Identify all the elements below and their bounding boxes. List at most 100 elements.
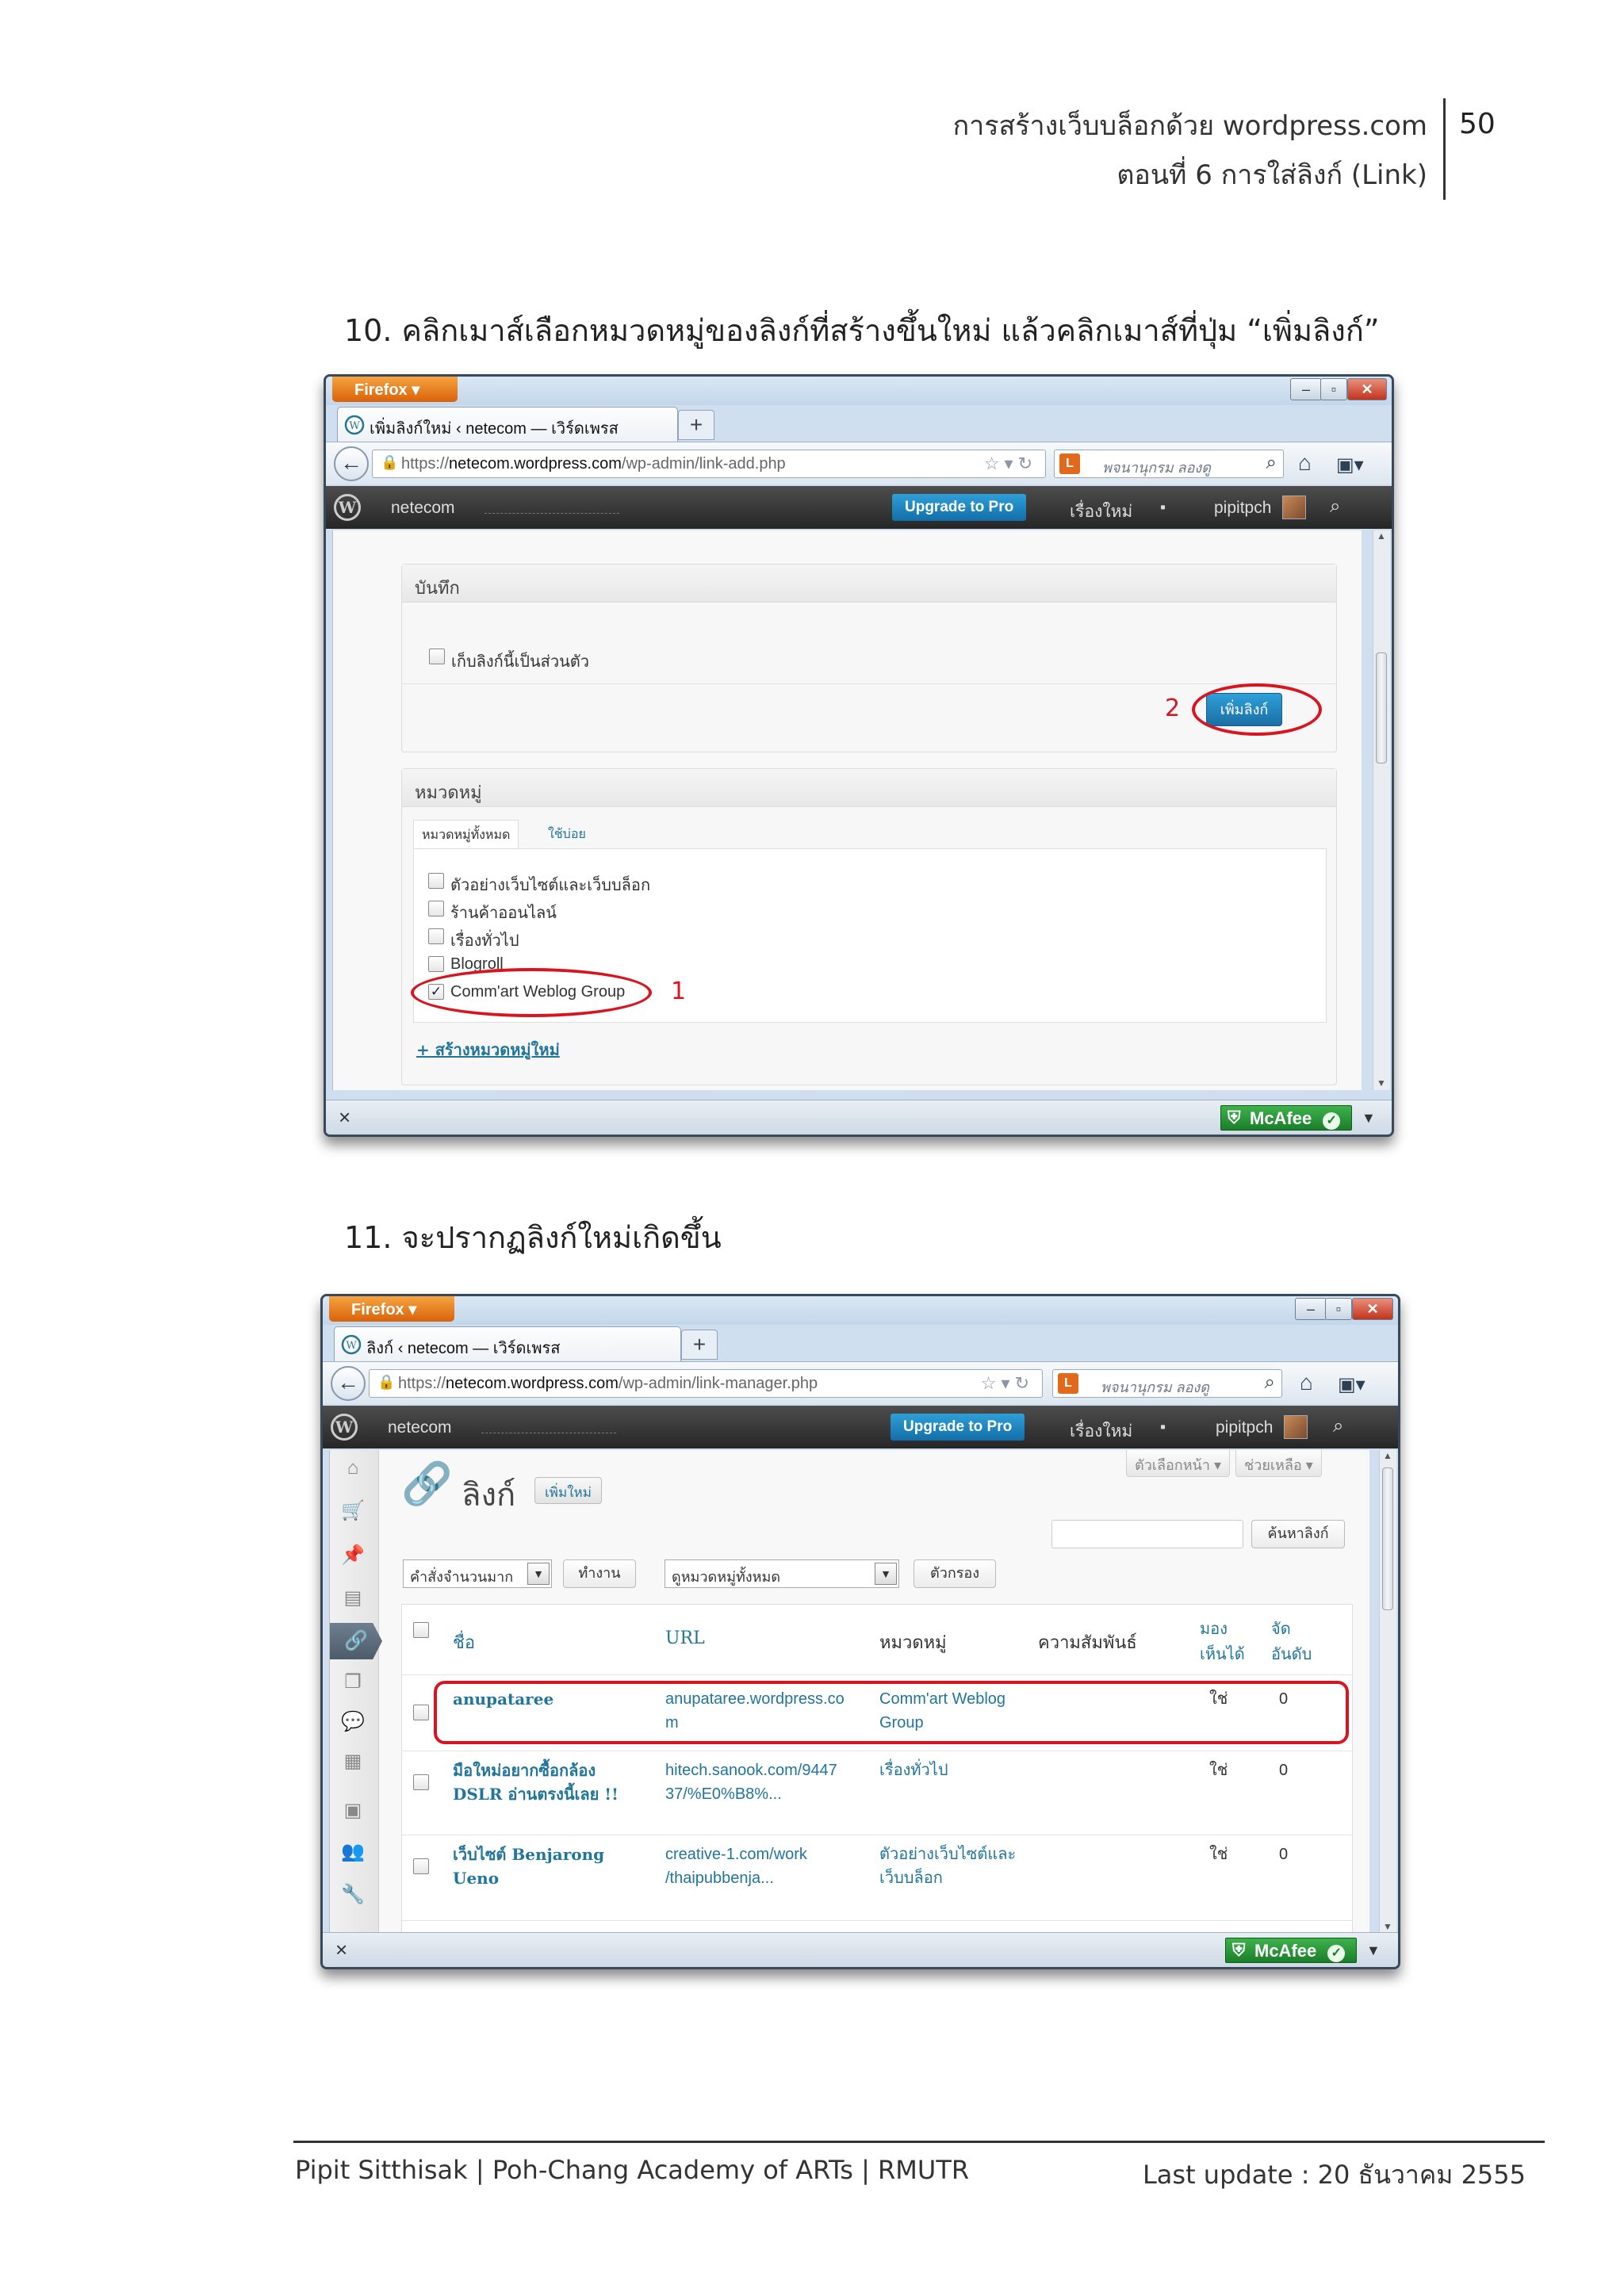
- back-arrow-icon[interactable]: ←: [331, 1366, 366, 1401]
- column-name-header[interactable]: ชื่อ: [453, 1628, 475, 1656]
- mcafee-dropdown-icon[interactable]: ▼: [1366, 1942, 1381, 1959]
- apply-button[interactable]: ทำงาน: [563, 1559, 636, 1588]
- tab-all-categories[interactable]: หมวดหมู่ทั้งหมด: [413, 820, 519, 850]
- bookmark-star-reload-icon[interactable]: ☆▾↻: [984, 453, 1037, 474]
- feedback-icon[interactable]: ▦: [339, 1748, 366, 1775]
- scroll-down-arrow-icon[interactable]: ▼: [1377, 1077, 1386, 1089]
- home-icon[interactable]: ⌂: [1300, 1370, 1313, 1395]
- link-url[interactable]: creative-1.com/work/thaipubbenja...: [665, 1843, 807, 1890]
- tab-most-used[interactable]: ใช้บ่อย: [540, 820, 594, 849]
- category-checkbox[interactable]: [428, 901, 444, 916]
- vertical-scrollbar[interactable]: ▲ ▼: [1373, 530, 1390, 1090]
- magnifier-icon[interactable]: ⌕: [1265, 1372, 1275, 1394]
- maximize-button[interactable]: ▫: [1320, 378, 1347, 400]
- link-category[interactable]: เรื่องทั่วไป: [879, 1758, 948, 1782]
- row-checkbox[interactable]: [413, 1774, 429, 1790]
- bookmarks-menu-icon[interactable]: ▣▾: [1336, 453, 1364, 476]
- link-url[interactable]: hitech.sanook.com/9447 37/%E0%B8%...: [665, 1758, 837, 1806]
- close-addon-bar-icon[interactable]: ×: [335, 1938, 347, 1962]
- add-new-category-link[interactable]: + สร้างหมวดหมู่ใหม่: [416, 1037, 560, 1062]
- category-filter-select[interactable]: ดูหมวดหมู่ทั้งหมด ▼: [665, 1559, 899, 1588]
- row-checkbox[interactable]: [413, 1858, 429, 1874]
- add-new-link-button[interactable]: เพิ่มใหม่: [534, 1477, 602, 1504]
- wordpress-logo-icon[interactable]: W: [334, 494, 361, 521]
- new-post-link[interactable]: เรื่องใหม่: [1070, 1418, 1132, 1445]
- dashboard-icon[interactable]: ⌂: [339, 1455, 366, 1482]
- avatar[interactable]: [1282, 496, 1306, 519]
- pages-icon[interactable]: ❐: [339, 1669, 366, 1696]
- firefox-menu-button[interactable]: Firefox ▾: [332, 377, 458, 402]
- minimize-button[interactable]: –: [1295, 1298, 1327, 1320]
- link-category[interactable]: ตัวอย่างเว็บไซต์และ เว็บบล็อก: [879, 1843, 1016, 1890]
- category-checkbox[interactable]: [428, 873, 444, 889]
- admin-bar-site-name[interactable]: netecom: [388, 1418, 452, 1437]
- back-arrow-icon[interactable]: ←: [334, 446, 369, 481]
- select-all-checkbox[interactable]: [413, 1622, 429, 1638]
- help-button[interactable]: ช่วยเหลือ ▾: [1235, 1450, 1322, 1477]
- new-tab-button[interactable]: +: [678, 410, 714, 440]
- header-title-line1: การสร้างเว็บบล็อกด้วย wordpress.com: [952, 110, 1427, 142]
- upgrade-to-pro-button[interactable]: Upgrade to Pro: [891, 1414, 1025, 1441]
- notifications-icon[interactable]: ▪: [1160, 1418, 1166, 1437]
- scroll-down-arrow-icon[interactable]: ▼: [1383, 1921, 1392, 1932]
- minimize-button[interactable]: –: [1290, 378, 1322, 400]
- column-rating-header[interactable]: จัด อันดับ: [1271, 1616, 1312, 1667]
- admin-bar-username[interactable]: pipitpch: [1214, 499, 1271, 518]
- admin-bar-site-name[interactable]: netecom: [391, 499, 455, 518]
- address-bar[interactable]: 🔒 https://netecom.wordpress.com/wp-admin…: [372, 450, 1046, 478]
- links-menu-icon[interactable]: 🔗: [330, 1623, 382, 1659]
- wordpress-logo-icon[interactable]: W: [331, 1414, 358, 1441]
- magnifier-icon[interactable]: ⌕: [1266, 452, 1277, 474]
- link-name[interactable]: มือใหม่อยากซื้อกล้อง DSLR อ่านตรงนี้เลย !…: [453, 1758, 619, 1806]
- notifications-icon[interactable]: ▪: [1160, 499, 1166, 517]
- users-icon[interactable]: 👥: [339, 1839, 366, 1866]
- mcafee-badge[interactable]: ⛨ McAfee ✓: [1220, 1105, 1352, 1131]
- browser-tab-add-link[interactable]: W เพิ่มลิงก์ใหม่ ‹ netecom — เวิร์ดเพรส: [337, 407, 678, 442]
- maximize-button[interactable]: ▫: [1325, 1298, 1352, 1320]
- column-visible-header[interactable]: มอง เห็นได้: [1200, 1616, 1245, 1667]
- vertical-scrollbar[interactable]: ▲ ▼: [1379, 1450, 1396, 1934]
- close-window-button[interactable]: ✕: [1347, 378, 1387, 400]
- search-input[interactable]: L พจนานุกรม ลองดู ⌕: [1052, 1369, 1282, 1398]
- scrollbar-thumb[interactable]: [1376, 652, 1387, 763]
- mcafee-dropdown-icon[interactable]: ▼: [1362, 1110, 1376, 1127]
- screen-options-button[interactable]: ตัวเลือกหน้า ▾: [1126, 1450, 1231, 1477]
- media-icon[interactable]: ▤: [339, 1585, 366, 1612]
- filter-button[interactable]: ตัวกรอง: [914, 1559, 996, 1588]
- home-icon[interactable]: ⌂: [1298, 450, 1312, 476]
- comments-icon[interactable]: 💬: [339, 1709, 366, 1735]
- bulk-actions-select[interactable]: คำสั่งจำนวนมาก ▼: [403, 1559, 552, 1588]
- close-addon-bar-icon[interactable]: ×: [339, 1105, 350, 1130]
- bookmarks-menu-icon[interactable]: ▣▾: [1338, 1373, 1365, 1396]
- search-input[interactable]: L พจนานุกรม ลองดู ⌕: [1054, 450, 1284, 478]
- link-manager-content: ⌂ 🛒 📌 ▤ 🔗 ❐ 💬 ▦ ▣ 👥 🔧 ตัวเลือกหน้า ▾ ช่ว…: [329, 1450, 1369, 1934]
- link-name[interactable]: เว็บไซต์ Benjarong Ueno: [453, 1843, 604, 1890]
- private-link-checkbox[interactable]: [429, 649, 445, 664]
- link-search-input[interactable]: [1051, 1520, 1243, 1548]
- scroll-up-arrow-icon[interactable]: ▲: [1377, 530, 1386, 541]
- avatar[interactable]: [1284, 1415, 1308, 1439]
- firefox-menu-button[interactable]: Firefox ▾: [329, 1296, 454, 1322]
- row-checkbox[interactable]: [413, 1705, 429, 1720]
- category-checkbox[interactable]: [428, 956, 444, 972]
- new-tab-button[interactable]: +: [681, 1330, 718, 1360]
- new-post-link[interactable]: เรื่องใหม่: [1070, 499, 1132, 525]
- search-links-button[interactable]: ค้นหาลิงก์: [1251, 1520, 1345, 1548]
- mcafee-badge[interactable]: ⛨ McAfee ✓: [1225, 1938, 1357, 1963]
- browser-tab-links[interactable]: W ลิงก์ ‹ netecom — เวิร์ดเพรส: [334, 1326, 681, 1361]
- admin-bar-username[interactable]: pipitpch: [1216, 1418, 1273, 1437]
- appearance-icon[interactable]: ▣: [339, 1797, 366, 1824]
- upgrade-to-pro-button[interactable]: Upgrade to Pro: [892, 494, 1027, 521]
- category-checkbox[interactable]: [428, 928, 444, 944]
- tools-icon[interactable]: 🔧: [339, 1881, 366, 1908]
- scrollbar-thumb[interactable]: [1382, 1468, 1393, 1610]
- close-window-button[interactable]: ✕: [1352, 1298, 1393, 1320]
- bookmark-star-reload-icon[interactable]: ☆▾↻: [981, 1373, 1034, 1394]
- admin-search-icon[interactable]: ⌕: [1333, 1415, 1343, 1437]
- admin-search-icon[interactable]: ⌕: [1330, 496, 1340, 518]
- column-url-header[interactable]: URL: [665, 1628, 705, 1648]
- store-icon[interactable]: 🛒: [339, 1498, 366, 1525]
- address-bar[interactable]: 🔒 https://netecom.wordpress.com/wp-admin…: [369, 1369, 1043, 1398]
- posts-pin-icon[interactable]: 📌: [339, 1542, 366, 1569]
- scroll-up-arrow-icon[interactable]: ▲: [1383, 1450, 1392, 1461]
